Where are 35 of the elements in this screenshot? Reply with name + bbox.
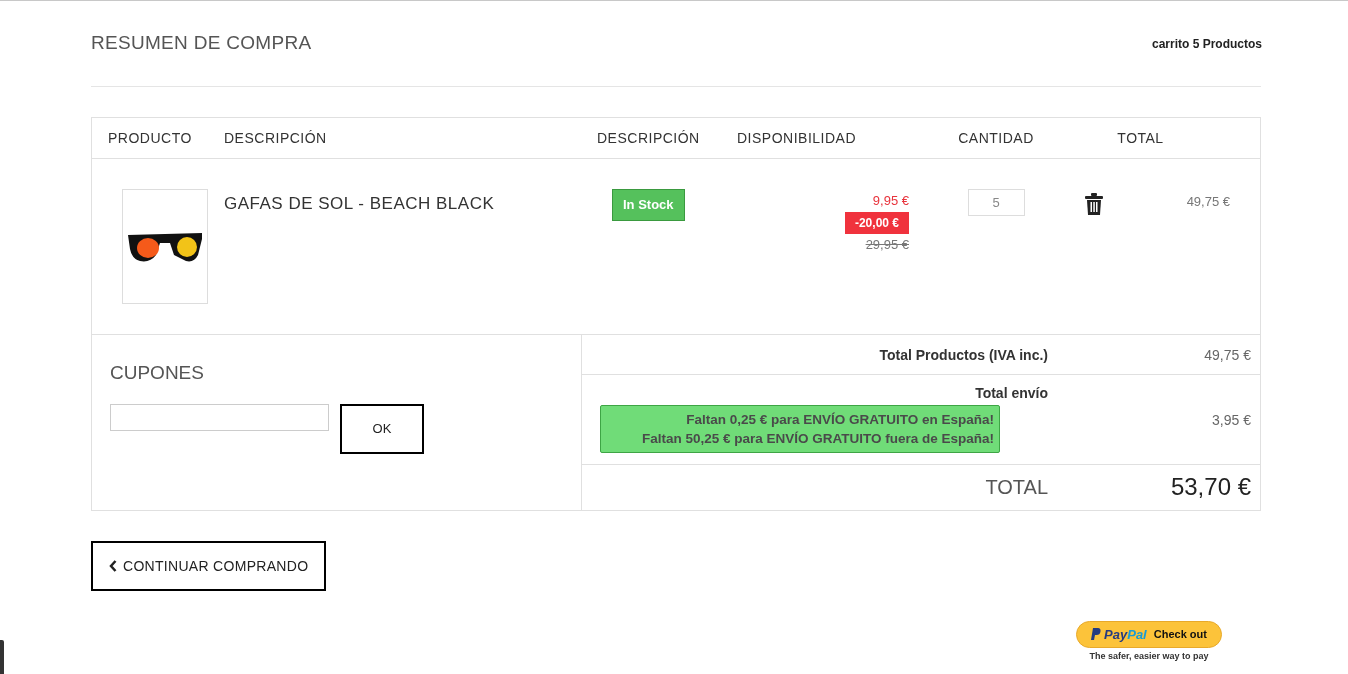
line-total: 49,75 € xyxy=(1186,194,1230,209)
products-total-label: Total Productos (IVA inc.) xyxy=(879,346,1048,363)
paypal-tagline: The safer, easier way to pay xyxy=(1089,650,1209,663)
shipping-notice-text: Faltan 50,25 € para ENVÍO GRATUITO fuera de España! xyxy=(641,430,994,448)
chevron-left-icon xyxy=(109,560,117,572)
grand-total-value: 53,70 € xyxy=(1170,473,1251,500)
sale-price: 9,95 € xyxy=(872,192,909,210)
paypal-logo-icon xyxy=(1091,628,1102,641)
cart-summary: carrito 5 Productos xyxy=(1151,35,1262,53)
coupons-title: CUPONES xyxy=(110,361,205,385)
column-header: TOTAL xyxy=(1117,130,1164,146)
column-header: DESCRIPCIÓN xyxy=(224,130,327,146)
column-header: CANTIDAD xyxy=(958,130,1034,146)
ok-button[interactable]: OK xyxy=(340,403,424,454)
paypal-checkout-button[interactable]: PayPal Check out xyxy=(1076,621,1222,648)
quantity-field[interactable]: 5 xyxy=(967,189,1025,216)
paypal-action: Check out xyxy=(1153,627,1207,643)
continue-shopping-button[interactable]: CONTINUAR COMPRANDO xyxy=(91,541,327,591)
side-tab[interactable] xyxy=(0,640,4,674)
paypal-brand: PayPal xyxy=(1104,625,1147,644)
original-price: 29,95 € xyxy=(865,235,909,254)
column-header: DESCRIPCIÓN xyxy=(597,130,700,146)
shipping-value: 3,95 € xyxy=(1212,412,1251,428)
discount-badge: -20,00 € xyxy=(844,211,909,234)
shipping-label: Total envío xyxy=(975,384,1048,403)
coupon-field[interactable] xyxy=(110,403,329,431)
product-name[interactable]: GAFAS DE SOL - BEACH BLACK xyxy=(224,194,495,213)
trash-icon[interactable] xyxy=(1085,193,1103,215)
products-total-value: 49,75 € xyxy=(1204,346,1251,363)
page-title: RESUMEN DE COMPRA xyxy=(91,31,312,56)
stock-badge: In Stock xyxy=(612,189,685,221)
shipping-notice-text: Faltan 0,25 € para ENVÍO GRATUITO en España! xyxy=(686,411,994,429)
column-header: DISPONIBILIDAD xyxy=(737,130,857,146)
grand-total-label: TOTAL xyxy=(985,476,1048,498)
column-header: PRODUCTO xyxy=(108,130,192,146)
